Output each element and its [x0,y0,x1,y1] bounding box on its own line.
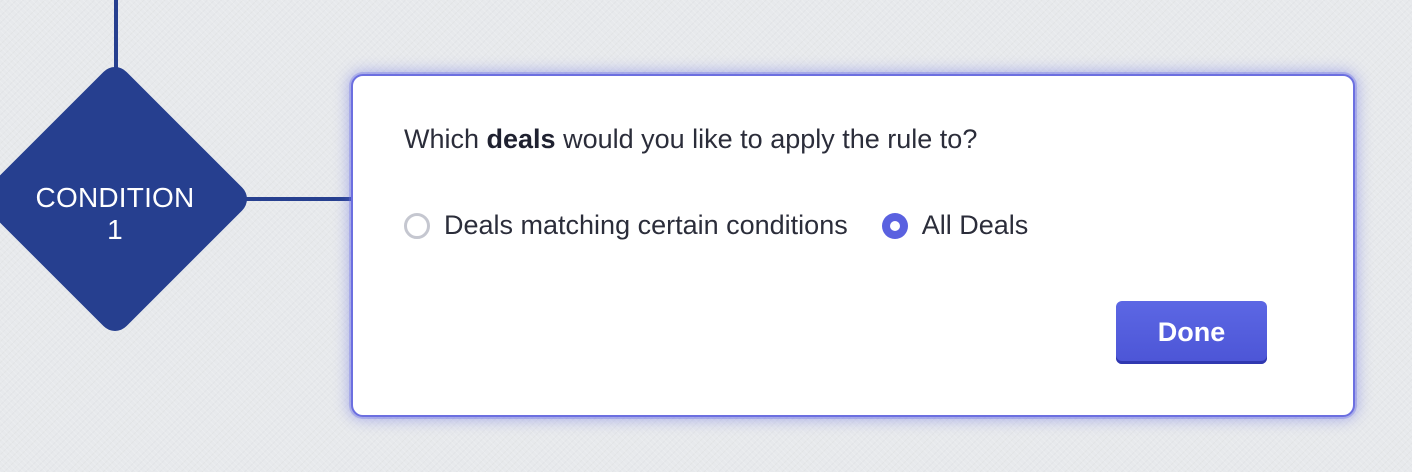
question-prefix: Which [404,124,487,154]
question-emphasis: deals [486,124,556,154]
option-all-deals-label[interactable]: All Deals [922,210,1029,241]
radio-checked-icon[interactable] [881,212,908,239]
condition-node-number: 1 [107,214,123,245]
radio-unchecked-icon[interactable] [404,212,430,239]
rule-scope-dialog: Which deals would you like to apply the … [351,74,1355,417]
option-all-deals[interactable]: All Deals [881,210,1029,241]
condition-node-title: CONDITION [35,182,195,213]
done-button[interactable]: Done [1116,301,1267,364]
question-suffix: would you like to apply the rule to? [555,124,978,154]
option-matching-conditions[interactable]: Deals matching certain conditions [404,210,848,241]
deal-scope-radio-group: Deals matching certain conditions All De… [404,210,1028,241]
option-matching-conditions-label[interactable]: Deals matching certain conditions [444,210,848,241]
condition-node-label: CONDITION 1 [0,182,230,246]
dialog-question: Which deals would you like to apply the … [404,124,977,155]
